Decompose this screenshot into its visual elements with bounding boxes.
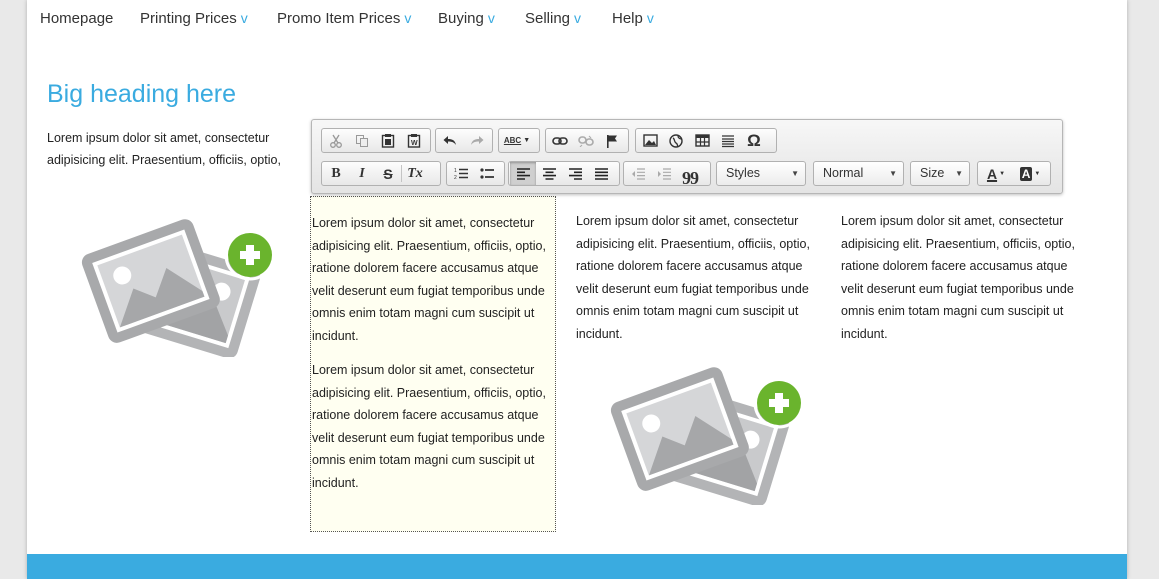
- chevron-down-icon: ▼: [791, 169, 799, 178]
- nav-label: Help: [612, 10, 643, 27]
- align-left-icon[interactable]: [510, 162, 536, 185]
- chevron-down-icon: v: [240, 10, 248, 26]
- column-2-paragraph[interactable]: Lorem ipsum dolor sit amet, consectetur …: [576, 210, 821, 345]
- background-color-button[interactable]: A ▼: [1013, 162, 1047, 185]
- omega-glyph: Ω: [747, 130, 761, 150]
- remove-format-label: Tx: [407, 165, 423, 181]
- nav-item-selling[interactable]: Selling v: [525, 10, 581, 27]
- chevron-down-icon: ▼: [889, 169, 897, 178]
- nav-label: Buying: [438, 10, 484, 27]
- styles-label: Styles: [726, 166, 761, 180]
- align-group: [508, 161, 620, 186]
- text-color-button[interactable]: A ▼: [979, 162, 1013, 185]
- copy-icon[interactable]: [349, 129, 375, 152]
- svg-text:1: 1: [454, 168, 457, 174]
- size-label: Size: [920, 166, 945, 180]
- paste-from-word-icon[interactable]: W: [401, 129, 427, 152]
- editor-toolbar: W ABC ▼ Ω B I S Tx 1 2 99 Styles ▼ Norma…: [311, 119, 1063, 194]
- size-dropdown[interactable]: Size ▼: [910, 161, 970, 186]
- nav-item-buying[interactable]: Buying v: [438, 10, 495, 27]
- page-container: Homepage Printing Prices v Promo Item Pri…: [27, 0, 1127, 579]
- paste-icon[interactable]: [375, 129, 401, 152]
- clipboard-group: W: [321, 128, 431, 153]
- anchor-flag-icon[interactable]: [599, 129, 625, 152]
- add-image-placeholder-icon[interactable]: [601, 360, 806, 505]
- editable-paragraph[interactable]: Lorem ipsum dolor sit amet, consectetur …: [311, 359, 555, 494]
- styles-dropdown[interactable]: Styles ▼: [716, 161, 806, 186]
- italic-button[interactable]: I: [349, 162, 375, 185]
- cut-icon[interactable]: [323, 129, 349, 152]
- nav-label: Selling: [525, 10, 571, 27]
- spellcheck-label: ABC: [503, 136, 522, 145]
- undo-icon[interactable]: [437, 129, 463, 152]
- remove-format-icon[interactable]: Tx: [402, 162, 428, 185]
- add-image-placeholder-icon[interactable]: [72, 212, 277, 357]
- special-char-icon[interactable]: Ω: [741, 129, 767, 152]
- chevron-down-icon: ▼: [955, 169, 963, 178]
- svg-text:W: W: [411, 140, 418, 147]
- column-3-paragraph[interactable]: Lorem ipsum dolor sit amet, consectetur …: [841, 210, 1086, 345]
- spellcheck-group: ABC ▼: [498, 128, 540, 153]
- image-icon[interactable]: [637, 129, 663, 152]
- table-icon[interactable]: [689, 129, 715, 152]
- svg-text:2: 2: [454, 175, 457, 180]
- align-center-icon[interactable]: [536, 162, 562, 185]
- link-icon[interactable]: [547, 129, 573, 152]
- chevron-down-icon: v: [487, 10, 495, 26]
- align-right-icon[interactable]: [562, 162, 588, 185]
- text-color-icon: A: [986, 165, 998, 182]
- intro-paragraph[interactable]: Lorem ipsum dolor sit amet, consectetur …: [47, 127, 317, 173]
- colors-group: A ▼ A ▼: [977, 161, 1051, 186]
- unlink-icon[interactable]: [573, 129, 599, 152]
- blockquote-glyph: 99: [682, 167, 699, 188]
- bulleted-list-icon[interactable]: [474, 162, 500, 185]
- nav-label: Printing Prices: [140, 10, 237, 27]
- chevron-down-icon: v: [574, 10, 582, 26]
- nav-label: Homepage: [40, 10, 114, 27]
- globe-icon[interactable]: [663, 129, 689, 152]
- nav-item-help[interactable]: Help v: [612, 10, 654, 27]
- editable-paragraph[interactable]: Lorem ipsum dolor sit amet, consectetur …: [311, 212, 555, 347]
- nav-item-promo-item-prices[interactable]: Promo Item Prices v: [277, 10, 411, 27]
- align-justify-icon[interactable]: [588, 162, 614, 185]
- background-color-icon: A: [1019, 166, 1033, 181]
- basic-styles-group: B I S Tx: [321, 161, 441, 186]
- format-label: Normal: [823, 166, 864, 180]
- links-group: [545, 128, 629, 153]
- editable-text-area[interactable]: Lorem ipsum dolor sit amet, consectetur …: [310, 196, 556, 532]
- nav-label: Promo Item Prices: [277, 10, 401, 27]
- indent-group: 99: [623, 161, 711, 188]
- outdent-icon[interactable]: [625, 162, 651, 185]
- horizontal-rule-icon[interactable]: [715, 129, 741, 152]
- blockquote-icon[interactable]: 99: [677, 162, 703, 188]
- chevron-down-icon: v: [404, 10, 412, 26]
- history-group: [435, 128, 493, 153]
- strikethrough-button[interactable]: S: [375, 162, 401, 185]
- footer-bar: [27, 554, 1127, 579]
- nav-item-printing-prices[interactable]: Printing Prices v: [140, 10, 248, 27]
- bold-button[interactable]: B: [323, 162, 349, 185]
- page-heading[interactable]: Big heading here: [47, 80, 236, 109]
- nav-item-homepage[interactable]: Homepage: [40, 10, 113, 27]
- indent-icon[interactable]: [651, 162, 677, 185]
- main-nav: Homepage Printing Prices v Promo Item Pri…: [27, 0, 1127, 40]
- numbered-list-icon[interactable]: 12: [448, 162, 474, 185]
- chevron-down-icon: v: [646, 10, 654, 26]
- redo-icon[interactable]: [463, 129, 489, 152]
- format-dropdown[interactable]: Normal ▼: [813, 161, 904, 186]
- lists-group: 12: [446, 161, 505, 186]
- spellcheck-icon[interactable]: ABC ▼: [500, 129, 534, 152]
- insert-group: Ω: [635, 128, 777, 153]
